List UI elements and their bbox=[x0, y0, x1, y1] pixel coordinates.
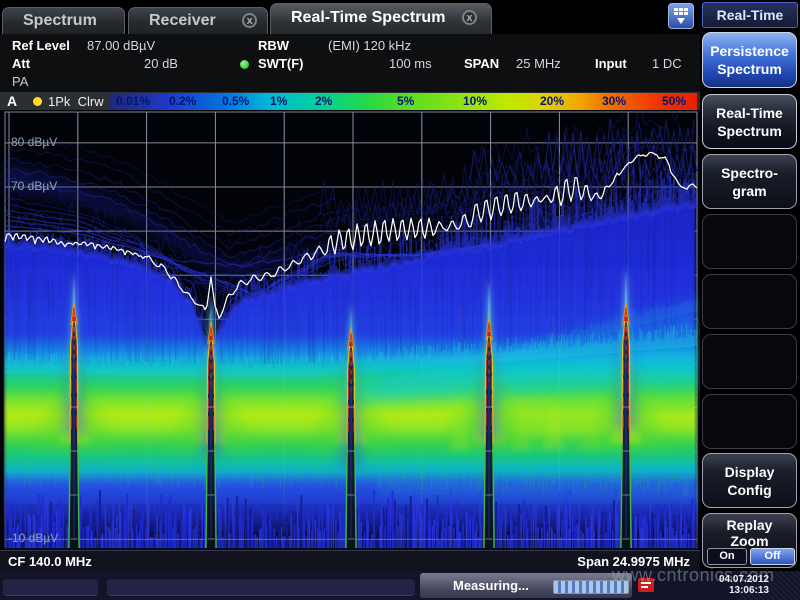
svg-text:80 dBµV: 80 dBµV bbox=[11, 135, 57, 149]
svg-text:70 dBµV: 70 dBµV bbox=[11, 179, 57, 193]
svg-text:-10 dBµV: -10 dBµV bbox=[8, 531, 58, 545]
